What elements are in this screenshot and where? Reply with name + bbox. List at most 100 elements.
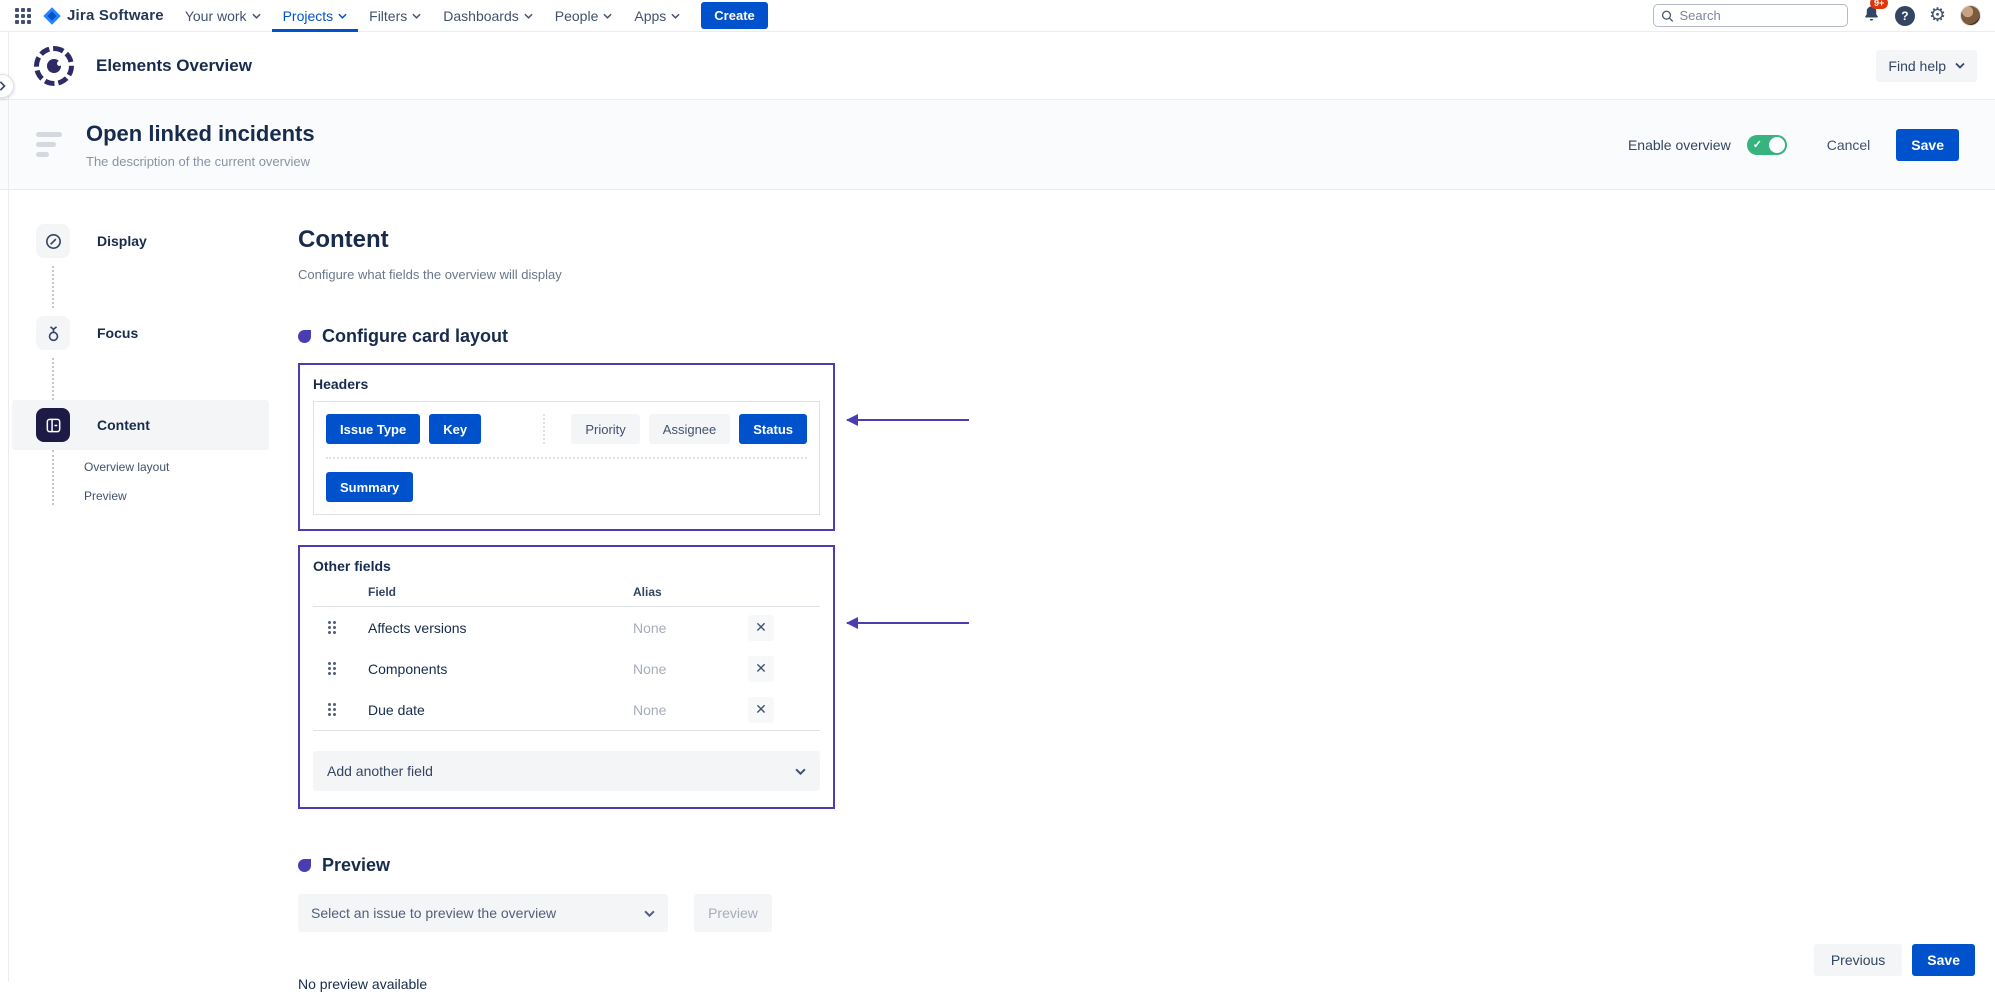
substep-preview[interactable]: Preview <box>84 489 269 503</box>
field-name: Due date <box>368 702 633 718</box>
field-row-components: Components ✕ <box>313 648 820 689</box>
chevron-down-icon <box>603 13 612 19</box>
field-row-due-date: Due date ✕ <box>313 689 820 730</box>
annotation-arrow <box>847 622 969 624</box>
chevron-down-icon <box>795 768 806 775</box>
annotation-arrow <box>847 419 969 421</box>
sidebar-divider <box>8 32 9 982</box>
jira-diamond-icon <box>42 6 62 26</box>
field-chip-assignee[interactable]: Assignee <box>649 414 730 444</box>
jira-logo[interactable]: Jira Software <box>42 6 164 26</box>
card-layout-heading: Configure card layout <box>322 326 508 347</box>
close-icon: ✕ <box>755 701 767 718</box>
step-label: Content <box>97 417 150 433</box>
nav-apps[interactable]: Apps <box>623 0 691 32</box>
close-icon: ✕ <box>755 660 767 677</box>
focus-step-icon <box>36 316 70 350</box>
settings-gear-icon[interactable]: ⚙ <box>1929 6 1946 25</box>
alias-input[interactable] <box>633 661 738 677</box>
overview-title: Open linked incidents <box>86 121 315 147</box>
cancel-button[interactable]: Cancel <box>1817 129 1881 161</box>
top-navigation: Jira Software Your work Projects Filters… <box>0 0 1995 32</box>
chevron-down-icon <box>644 910 655 917</box>
field-chip-priority[interactable]: Priority <box>571 414 639 444</box>
search-icon <box>1661 9 1674 23</box>
remove-field-button[interactable]: ✕ <box>748 697 774 723</box>
notification-count-badge: 9+ <box>1870 0 1888 9</box>
step-label: Focus <box>97 325 138 341</box>
overview-description: The description of the current overview <box>86 154 315 169</box>
previous-button[interactable]: Previous <box>1814 944 1902 976</box>
content-panel: Content Configure what fields the overvi… <box>298 190 998 992</box>
issue-preview-select[interactable]: Select an issue to preview the overview <box>298 894 668 932</box>
field-name: Affects versions <box>368 620 633 636</box>
headers-label: Headers <box>313 376 820 392</box>
remove-field-button[interactable]: ✕ <box>748 656 774 682</box>
field-chip-summary[interactable]: Summary <box>326 472 413 502</box>
section-bullet-icon <box>298 859 311 872</box>
no-preview-text: No preview available <box>298 976 998 992</box>
preview-button[interactable]: Preview <box>694 894 772 932</box>
other-fields-label: Other fields <box>313 558 820 574</box>
field-chip-issue-type[interactable]: Issue Type <box>326 414 420 444</box>
stepper-connector <box>52 266 269 308</box>
alias-input[interactable] <box>633 620 738 636</box>
remove-field-button[interactable]: ✕ <box>748 615 774 641</box>
enable-overview-label: Enable overview <box>1628 137 1731 153</box>
field-chip-status[interactable]: Status <box>739 414 807 444</box>
nav-filters[interactable]: Filters <box>358 0 432 32</box>
substep-overview-layout[interactable]: Overview layout <box>84 460 269 474</box>
drag-handle-icon[interactable] <box>328 662 368 675</box>
stepper-connector <box>52 358 269 400</box>
drag-handle-icon[interactable] <box>328 621 368 634</box>
dotted-divider <box>326 457 807 459</box>
save-button[interactable]: Save <box>1896 129 1959 161</box>
chevron-down-icon <box>252 13 261 19</box>
elements-app-icon <box>34 46 74 86</box>
step-focus[interactable]: Focus <box>9 308 269 358</box>
nav-your-work[interactable]: Your work <box>174 0 272 32</box>
headers-box: Headers Issue Type Key Priority Assignee… <box>298 363 835 531</box>
find-help-button[interactable]: Find help <box>1876 50 1977 82</box>
add-another-field-select[interactable]: Add another field <box>313 751 820 791</box>
section-bullet-icon <box>298 330 311 343</box>
field-row-affects-versions: Affects versions ✕ <box>313 607 820 648</box>
nav-people[interactable]: People <box>544 0 624 32</box>
search-box[interactable] <box>1653 4 1848 27</box>
chevron-down-icon <box>338 13 347 19</box>
dotted-divider <box>543 414 545 444</box>
nav-dashboards[interactable]: Dashboards <box>432 0 544 32</box>
overview-header: Open linked incidents The description of… <box>0 100 1995 190</box>
enable-overview-toggle[interactable]: ✓ <box>1747 135 1787 155</box>
column-header-alias: Alias <box>633 585 748 599</box>
wizard-footer: Previous Save <box>1814 944 1975 976</box>
search-input[interactable] <box>1680 8 1840 23</box>
preview-heading: Preview <box>322 855 390 876</box>
chevron-down-icon <box>1955 62 1965 69</box>
nav-projects[interactable]: Projects <box>272 0 359 32</box>
close-icon: ✕ <box>755 619 767 636</box>
section-subtitle: Configure what fields the overview will … <box>298 267 998 282</box>
help-icon[interactable]: ? <box>1895 6 1915 26</box>
app-header: Elements Overview Find help <box>0 32 1995 100</box>
field-chip-key[interactable]: Key <box>429 414 481 444</box>
settings-stepper: Display Focus Content Overview layout Pr… <box>9 190 269 505</box>
jira-logo-text: Jira Software <box>67 7 164 24</box>
divider <box>313 730 820 731</box>
other-fields-box: Other fields Field Alias Affects version… <box>298 545 835 809</box>
step-display[interactable]: Display <box>9 216 269 266</box>
drag-handle-icon[interactable] <box>328 703 368 716</box>
display-step-icon <box>36 224 70 258</box>
footer-save-button[interactable]: Save <box>1912 944 1975 976</box>
alias-input[interactable] <box>633 702 738 718</box>
step-label: Display <box>97 233 147 249</box>
notifications-button[interactable]: 9+ <box>1862 4 1881 28</box>
user-avatar[interactable] <box>1960 5 1981 26</box>
section-title-content: Content <box>298 226 998 254</box>
app-switcher-icon[interactable] <box>10 3 36 29</box>
page-title: Elements Overview <box>96 56 252 76</box>
step-content[interactable]: Content <box>12 400 269 450</box>
header-fields-area: Issue Type Key Priority Assignee Status … <box>313 401 820 515</box>
check-icon: ✓ <box>1753 138 1762 151</box>
create-button[interactable]: Create <box>701 2 767 29</box>
